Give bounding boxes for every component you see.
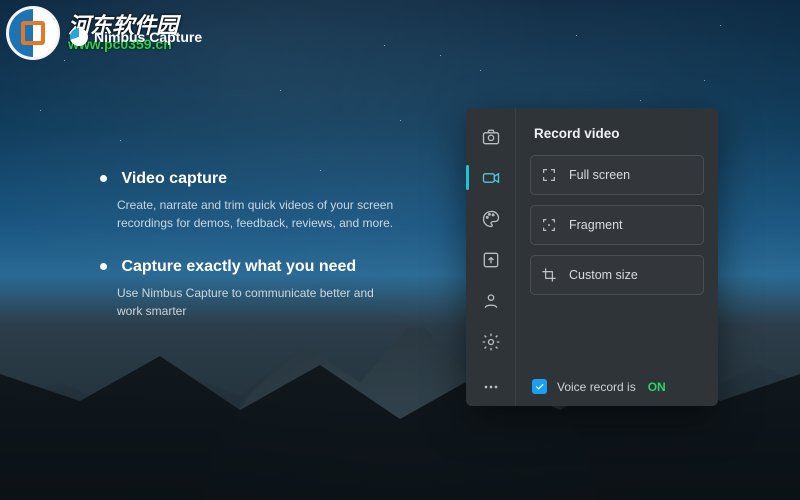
rail-capture-photo[interactable] xyxy=(466,118,516,155)
option-full-screen[interactable]: Full screen xyxy=(530,155,704,195)
rail-palette[interactable] xyxy=(466,200,516,237)
rail-settings[interactable] xyxy=(466,324,516,361)
palette-icon xyxy=(481,209,501,229)
upload-icon xyxy=(481,250,501,270)
more-icon xyxy=(481,377,501,397)
check-icon xyxy=(534,381,545,392)
account-icon xyxy=(481,291,501,311)
option-label: Full screen xyxy=(569,168,630,182)
voice-record-row: Voice record is ON xyxy=(530,375,704,396)
bullet-icon xyxy=(100,263,107,270)
rail-upload[interactable] xyxy=(466,241,516,278)
panel-body: Record video Full screen Fragment Custom… xyxy=(516,108,718,406)
settings-icon xyxy=(481,332,501,352)
option-custom-size[interactable]: Custom size xyxy=(530,255,704,295)
marketing-item: Capture exactly what you need Use Nimbus… xyxy=(100,258,400,320)
marketing-title: Capture exactly what you need xyxy=(121,258,356,275)
panel-header: Record video xyxy=(530,120,704,155)
watermark-logo-icon xyxy=(6,6,60,60)
fullscreen-icon xyxy=(541,167,557,183)
app-title: Nimbus Capture xyxy=(70,28,202,46)
rail-more[interactable] xyxy=(466,369,516,406)
app-name-label: Nimbus Capture xyxy=(94,29,202,45)
voice-record-label: Voice record is xyxy=(557,380,636,394)
capture-photo-icon xyxy=(481,127,501,147)
fragment-icon xyxy=(541,217,557,233)
rail-record-video[interactable] xyxy=(466,159,516,196)
option-label: Custom size xyxy=(569,268,638,282)
marketing-title: Video capture xyxy=(121,170,227,187)
marketing-copy: Video capture Create, narrate and trim q… xyxy=(100,170,400,346)
capture-panel: Record video Full screen Fragment Custom… xyxy=(466,108,718,406)
option-fragment[interactable]: Fragment xyxy=(530,205,704,245)
rail-account[interactable] xyxy=(466,283,516,320)
record-video-icon xyxy=(481,168,501,188)
voice-record-checkbox[interactable] xyxy=(532,379,547,394)
marketing-item: Video capture Create, narrate and trim q… xyxy=(100,170,400,232)
marketing-desc: Create, narrate and trim quick videos of… xyxy=(100,196,400,232)
voice-record-state: ON xyxy=(648,380,666,394)
panel-rail xyxy=(466,108,516,406)
marketing-desc: Use Nimbus Capture to communicate better… xyxy=(100,284,400,320)
app-window: 河东软件园 www.pc0359.cn Nimbus Capture Video… xyxy=(0,0,800,500)
option-label: Fragment xyxy=(569,218,623,232)
bullet-icon xyxy=(100,175,107,182)
crop-icon xyxy=(541,267,557,283)
nimbus-logo-icon xyxy=(70,28,88,46)
